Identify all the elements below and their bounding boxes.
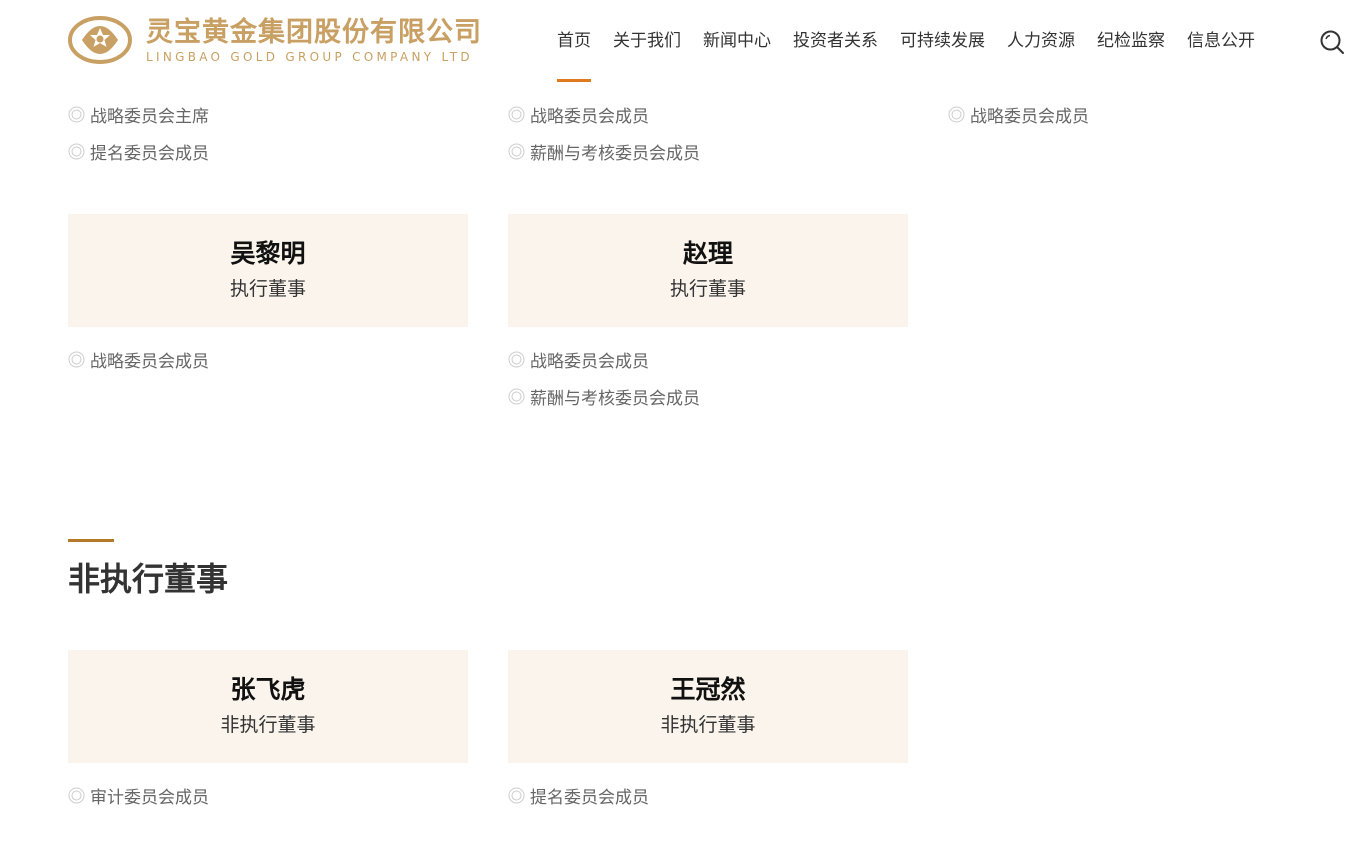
logo-chinese-name: 灵宝黄金集团股份有限公司 bbox=[146, 17, 482, 48]
main-nav: 首页 关于我们 新闻中心 投资者关系 可持续发展 人力资源 纪检监察 信息公开 bbox=[546, 0, 1266, 82]
role-label: 战略委员会主席 bbox=[90, 107, 209, 127]
role-label: 提名委员会成员 bbox=[90, 144, 209, 164]
nav-news[interactable]: 新闻中心 bbox=[692, 0, 782, 82]
committee-role: 战略委员会成员 bbox=[508, 102, 649, 127]
section-title: 非执行董事 bbox=[68, 560, 229, 598]
nav-hr[interactable]: 人力资源 bbox=[996, 0, 1086, 82]
role-label: 提名委员会成员 bbox=[530, 788, 649, 808]
committee-role: 战略委员会成员 bbox=[68, 347, 209, 372]
logo-emblem-icon bbox=[68, 16, 132, 64]
role-label: 战略委员会成员 bbox=[530, 352, 649, 372]
company-logo[interactable]: 灵宝黄金集团股份有限公司 LINGBAO GOLD GROUP COMPANY … bbox=[68, 14, 482, 66]
director-title: 非执行董事 bbox=[660, 714, 756, 736]
circle-bullet-icon bbox=[68, 143, 85, 160]
committee-role: 提名委员会成员 bbox=[68, 139, 209, 164]
circle-bullet-icon bbox=[508, 787, 525, 804]
director-name: 赵理 bbox=[682, 239, 733, 268]
director-name: 吴黎明 bbox=[230, 239, 306, 268]
circle-bullet-icon bbox=[508, 106, 525, 123]
director-card[interactable]: 王冠然 非执行董事 bbox=[508, 650, 908, 763]
director-card[interactable]: 赵理 执行董事 bbox=[508, 214, 908, 327]
director-name: 王冠然 bbox=[670, 675, 746, 704]
circle-bullet-icon bbox=[508, 143, 525, 160]
role-label: 审计委员会成员 bbox=[90, 788, 209, 808]
logo-english-name: LINGBAO GOLD GROUP COMPANY LTD bbox=[146, 50, 473, 64]
director-name: 张飞虎 bbox=[230, 675, 306, 704]
director-title: 执行董事 bbox=[229, 278, 306, 300]
nav-disclosure[interactable]: 信息公开 bbox=[1176, 0, 1266, 82]
committee-role: 战略委员会成员 bbox=[948, 102, 1089, 127]
director-card[interactable]: 张飞虎 非执行董事 bbox=[68, 650, 468, 763]
role-label: 战略委员会成员 bbox=[90, 352, 209, 372]
role-label: 薪酬与考核委员会成员 bbox=[530, 144, 700, 164]
role-label: 战略委员会成员 bbox=[970, 107, 1089, 127]
circle-bullet-icon bbox=[68, 106, 85, 123]
committee-role: 薪酬与考核委员会成员 bbox=[508, 139, 700, 164]
nav-sustainability[interactable]: 可持续发展 bbox=[889, 0, 996, 82]
circle-bullet-icon bbox=[68, 351, 85, 368]
director-title: 执行董事 bbox=[669, 278, 746, 300]
search-icon[interactable] bbox=[1318, 28, 1346, 56]
circle-bullet-icon bbox=[508, 351, 525, 368]
role-label: 薪酬与考核委员会成员 bbox=[530, 389, 700, 409]
committee-role: 薪酬与考核委员会成员 bbox=[508, 384, 700, 409]
committee-role: 审计委员会成员 bbox=[68, 783, 209, 808]
nav-home[interactable]: 首页 bbox=[546, 0, 602, 82]
committee-role: 战略委员会成员 bbox=[508, 347, 649, 372]
nav-investors[interactable]: 投资者关系 bbox=[782, 0, 889, 82]
circle-bullet-icon bbox=[68, 787, 85, 804]
circle-bullet-icon bbox=[508, 388, 525, 405]
circle-bullet-icon bbox=[948, 106, 965, 123]
director-card[interactable]: 吴黎明 执行董事 bbox=[68, 214, 468, 327]
section-accent-bar bbox=[68, 539, 114, 542]
role-label: 战略委员会成员 bbox=[530, 107, 649, 127]
site-header: 灵宝黄金集团股份有限公司 LINGBAO GOLD GROUP COMPANY … bbox=[0, 0, 1367, 82]
committee-role: 战略委员会主席 bbox=[68, 102, 209, 127]
committee-role: 提名委员会成员 bbox=[508, 783, 649, 808]
nav-discipline[interactable]: 纪检监察 bbox=[1086, 0, 1176, 82]
director-title: 非执行董事 bbox=[220, 714, 316, 736]
nav-about[interactable]: 关于我们 bbox=[602, 0, 692, 82]
